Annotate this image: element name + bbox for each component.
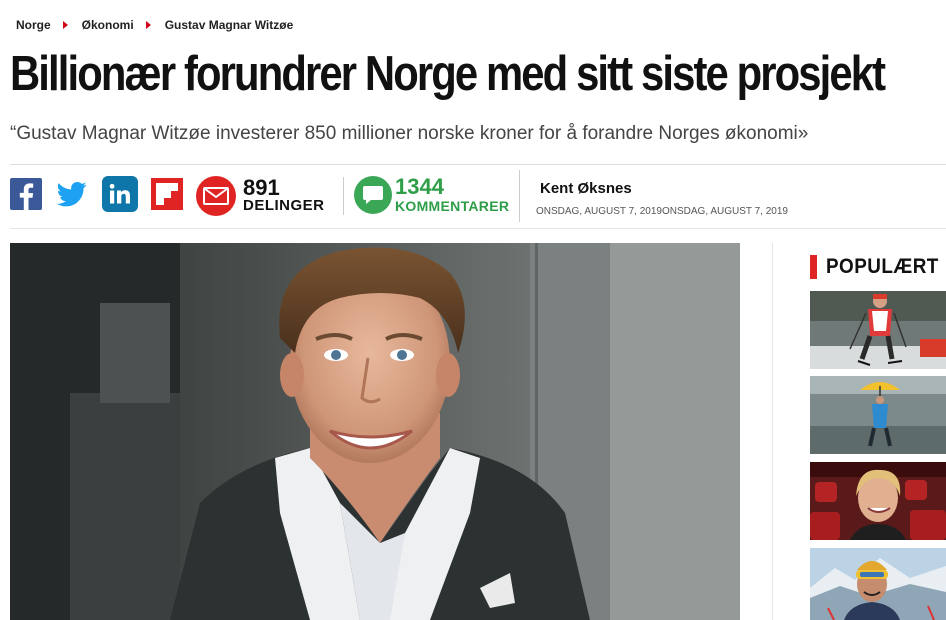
author-name[interactable]: Kent Øksnes (540, 180, 632, 197)
email-icon[interactable] (196, 176, 236, 216)
divider (343, 177, 344, 215)
flipboard-icon[interactable] (151, 178, 183, 210)
breadcrumb-separator-icon (62, 21, 68, 29)
facebook-icon[interactable] (10, 178, 42, 210)
shares-counter: 891 DELINGER (243, 175, 325, 214)
goggles-man-thumbnail[interactable] (810, 548, 946, 620)
share-bar: 891 DELINGER 1344 KOMMENTARER Kent Øksne… (10, 170, 946, 222)
twitter-icon[interactable] (56, 178, 88, 210)
skier-thumbnail[interactable] (810, 291, 946, 369)
column-divider (772, 243, 773, 620)
smiling-woman-thumbnail[interactable] (810, 462, 946, 540)
comments-label: KOMMENTARER (395, 198, 510, 214)
popular-accent-bar (810, 255, 817, 279)
umbrella-walker-thumbnail[interactable] (810, 376, 946, 454)
divider (519, 170, 520, 222)
breadcrumb: Norge Økonomi Gustav Magnar Witzøe (16, 16, 293, 34)
breadcrumb-item-okonomi[interactable]: Økonomi (82, 18, 134, 32)
linkedin-icon[interactable] (102, 176, 138, 212)
hero-image (10, 243, 740, 620)
comments-counter[interactable]: 1344 KOMMENTARER (395, 174, 510, 215)
publish-date: ONSDAG, AUGUST 7, 2019 (536, 206, 662, 217)
shares-label: DELINGER (243, 197, 325, 214)
popular-title: POPULÆRT (826, 255, 939, 278)
breadcrumb-separator-icon (145, 21, 151, 29)
publish-dates: ONSDAG, AUGUST 7, 2019 ONSDAG, AUGUST 7,… (536, 206, 788, 217)
divider (10, 164, 946, 165)
comments-icon[interactable] (354, 176, 392, 214)
shares-count: 891 (243, 175, 280, 200)
breadcrumb-item-norge[interactable]: Norge (16, 18, 51, 32)
divider (10, 228, 946, 229)
article-headline: Billionær forundrer Norge med sitt siste… (10, 47, 886, 101)
breadcrumb-item-person[interactable]: Gustav Magnar Witzøe (165, 18, 294, 32)
comments-count: 1344 (395, 174, 444, 199)
article-lead: “Gustav Magnar Witzøe investerer 850 mil… (10, 123, 809, 144)
updated-date: ONSDAG, AUGUST 7, 2019 (661, 206, 788, 217)
popular-header: POPULÆRT (810, 254, 946, 280)
